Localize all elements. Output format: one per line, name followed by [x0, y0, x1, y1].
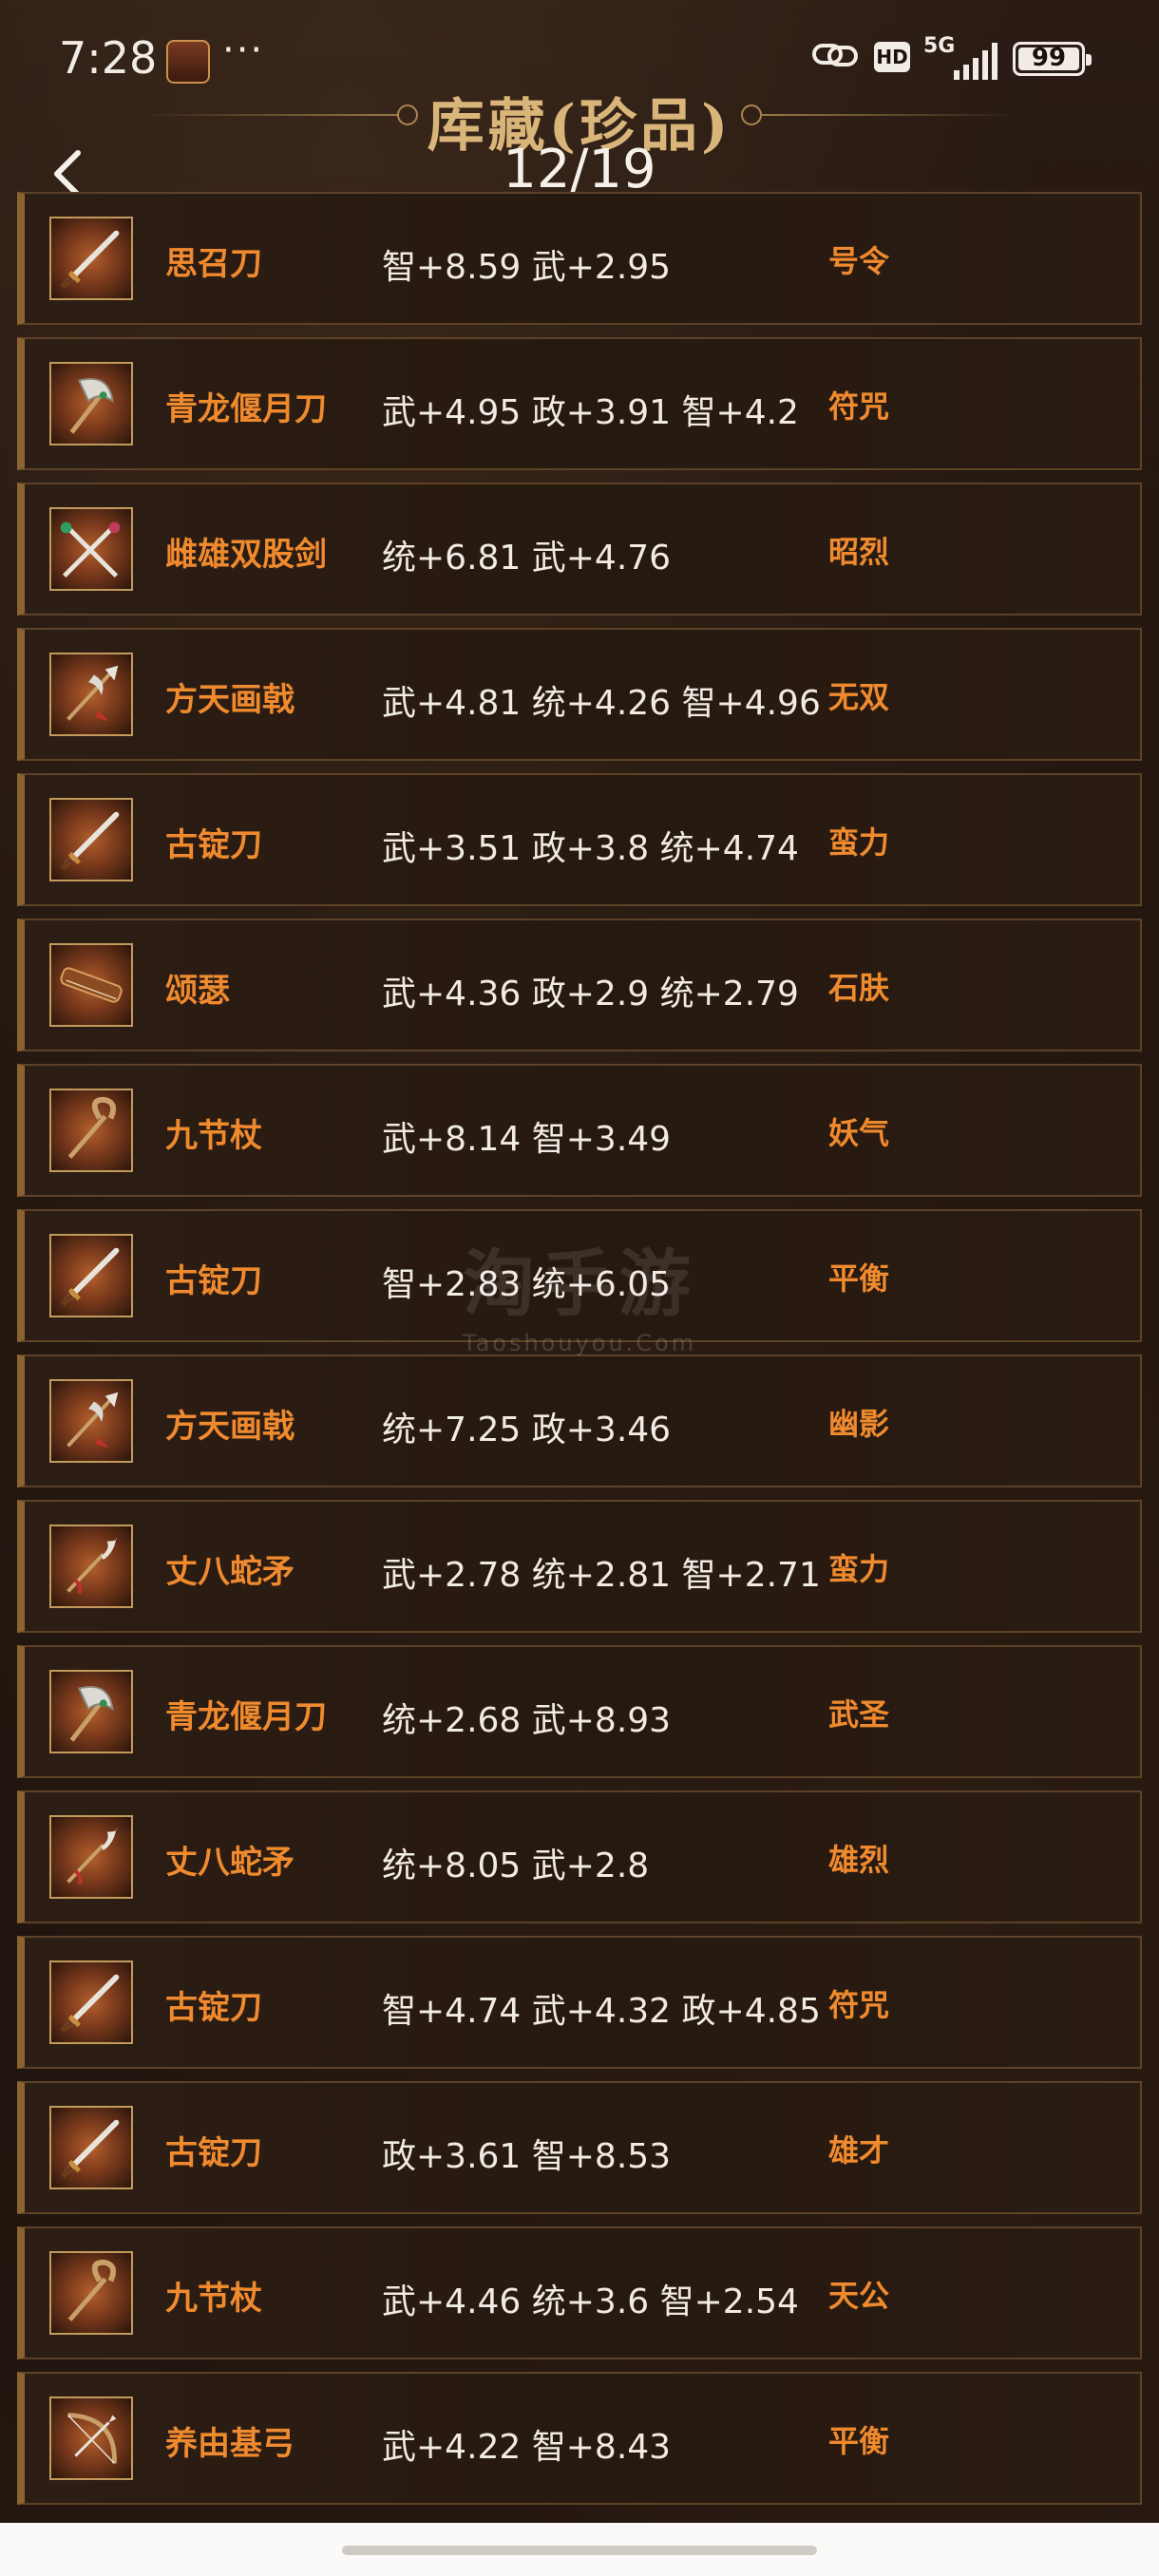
home-indicator[interactable] — [342, 2546, 817, 2555]
item-stats: 政+3.61 智+8.53 — [382, 2137, 672, 2176]
item-stats: 武+3.51 政+3.8 统+4.74 — [382, 829, 799, 868]
hd-voice-icon: HD — [874, 42, 910, 72]
signal-icon — [954, 43, 998, 80]
item-name: 丈八蛇矛 — [165, 1553, 294, 1591]
item-skill: 蛮力 — [828, 824, 890, 861]
twin-swords-icon — [49, 507, 133, 591]
title-ornament-right — [760, 114, 1016, 116]
staff-icon — [49, 1089, 133, 1172]
serpent-spear-icon — [49, 1815, 133, 1899]
item-name: 青龙偃月刀 — [165, 1698, 327, 1736]
zither-icon — [49, 943, 133, 1027]
item-skill: 武圣 — [828, 1696, 890, 1733]
item-name: 思召刀 — [165, 245, 262, 283]
treasure-row[interactable]: 丈八蛇矛 统+8.05 武+2.8 雄烈 — [17, 1790, 1142, 1923]
treasure-row[interactable]: 九节杖 武+8.14 智+3.49 妖气 — [17, 1064, 1142, 1197]
glaive-icon — [49, 1670, 133, 1753]
item-skill: 石肤 — [828, 970, 890, 1006]
item-stats: 统+8.05 武+2.8 — [382, 1847, 650, 1885]
item-skill: 蛮力 — [828, 1551, 890, 1587]
item-stats: 统+2.68 武+8.93 — [382, 1701, 672, 1740]
item-name: 古锭刀 — [165, 1989, 262, 2027]
treasure-row[interactable]: 青龙偃月刀 武+4.95 政+3.91 智+4.2 符咒 — [17, 337, 1142, 470]
item-skill: 妖气 — [828, 1115, 890, 1151]
item-stats: 武+8.14 智+3.49 — [382, 1120, 672, 1159]
item-skill: 天公 — [828, 2278, 890, 2314]
item-stats: 统+7.25 政+3.46 — [382, 1411, 672, 1449]
treasure-row[interactable]: 雌雄双股剑 统+6.81 武+4.76 昭烈 — [17, 483, 1142, 616]
more-notifications-icon: ··· — [222, 28, 265, 72]
battery-level: 99 — [1031, 44, 1067, 72]
item-name: 方天画戟 — [165, 681, 294, 719]
staff-icon — [49, 2251, 133, 2335]
sword-icon — [49, 1234, 133, 1317]
item-skill: 雄才 — [828, 2132, 890, 2169]
item-name: 古锭刀 — [165, 2134, 262, 2172]
item-stats: 武+4.36 政+2.9 统+2.79 — [382, 975, 799, 1013]
treasure-row[interactable]: 方天画戟 武+4.81 统+4.26 智+4.96 无双 — [17, 628, 1142, 761]
item-stats: 统+6.81 武+4.76 — [382, 539, 672, 578]
item-name: 方天画戟 — [165, 1408, 294, 1446]
treasure-row[interactable]: 思召刀 智+8.59 武+2.95 号令 — [17, 192, 1142, 325]
treasure-row[interactable]: 青龙偃月刀 统+2.68 武+8.93 武圣 — [17, 1645, 1142, 1778]
item-stats: 武+4.81 统+4.26 智+4.96 — [382, 684, 821, 723]
item-name: 古锭刀 — [165, 826, 262, 864]
item-stats: 武+4.95 政+3.91 智+4.2 — [382, 393, 799, 432]
treasure-row[interactable]: 古锭刀 智+4.74 武+4.32 政+4.85 符咒 — [17, 1936, 1142, 2069]
halberd-icon — [49, 1379, 133, 1463]
item-name: 九节杖 — [165, 2280, 262, 2318]
item-skill: 符咒 — [828, 1987, 890, 2023]
item-skill: 平衡 — [828, 1260, 890, 1297]
item-name: 九节杖 — [165, 1117, 262, 1155]
sword-icon — [49, 1960, 133, 2044]
item-name: 雌雄双股剑 — [165, 536, 327, 574]
glaive-icon — [49, 362, 133, 445]
item-skill: 号令 — [828, 243, 890, 279]
item-stats: 智+2.83 统+6.05 — [382, 1265, 672, 1304]
treasure-row[interactable]: 养由基弓 武+4.22 智+8.43 平衡 — [17, 2372, 1142, 2505]
item-stats: 武+4.22 智+8.43 — [382, 2428, 672, 2467]
treasure-row[interactable]: 丈八蛇矛 武+2.78 统+2.81 智+2.71 蛮力 — [17, 1500, 1142, 1633]
treasure-row[interactable]: 古锭刀 智+2.83 统+6.05 平衡 — [17, 1209, 1142, 1342]
network-type: 5G — [923, 34, 956, 58]
item-stats: 武+4.46 统+3.6 智+2.54 — [382, 2282, 799, 2321]
item-stats: 武+2.78 统+2.81 智+2.71 — [382, 1556, 821, 1595]
treasure-row[interactable]: 九节杖 武+4.46 统+3.6 智+2.54 天公 — [17, 2226, 1142, 2359]
treasure-row[interactable]: 颂瑟 武+4.36 政+2.9 统+2.79 石肤 — [17, 919, 1142, 1051]
treasure-row[interactable]: 古锭刀 武+3.51 政+3.8 统+4.74 蛮力 — [17, 773, 1142, 906]
item-skill: 幽影 — [828, 1406, 890, 1442]
halberd-icon — [49, 653, 133, 736]
item-skill: 昭烈 — [828, 534, 890, 570]
link-icon — [812, 44, 858, 66]
item-skill: 雄烈 — [828, 1842, 890, 1878]
item-skill: 平衡 — [828, 2423, 890, 2459]
item-skill: 无双 — [828, 679, 890, 715]
item-skill: 符咒 — [828, 388, 890, 425]
serpent-spear-icon — [49, 1525, 133, 1608]
sword-icon — [49, 217, 133, 300]
item-stats: 智+4.74 武+4.32 政+4.85 — [382, 1992, 821, 2031]
item-name: 青龙偃月刀 — [165, 390, 327, 428]
item-name: 丈八蛇矛 — [165, 1844, 294, 1882]
sword-icon — [49, 798, 133, 881]
item-name: 养由基弓 — [165, 2425, 294, 2463]
treasure-row[interactable]: 古锭刀 政+3.61 智+8.53 雄才 — [17, 2081, 1142, 2214]
sword-icon — [49, 2106, 133, 2189]
battery-icon: 99 — [1013, 42, 1092, 76]
ornament-knot-icon — [741, 104, 762, 125]
item-name: 古锭刀 — [165, 1262, 262, 1300]
item-name: 颂瑟 — [165, 972, 230, 1010]
treasure-row[interactable]: 方天画戟 统+7.25 政+3.46 幽影 — [17, 1354, 1142, 1487]
treasure-list: 思召刀 智+8.59 武+2.95 号令青龙偃月刀 武+4.95 政+3.91 智+4… — [17, 192, 1142, 2517]
bow-icon — [49, 2396, 133, 2480]
item-stats: 智+8.59 武+2.95 — [382, 248, 672, 287]
